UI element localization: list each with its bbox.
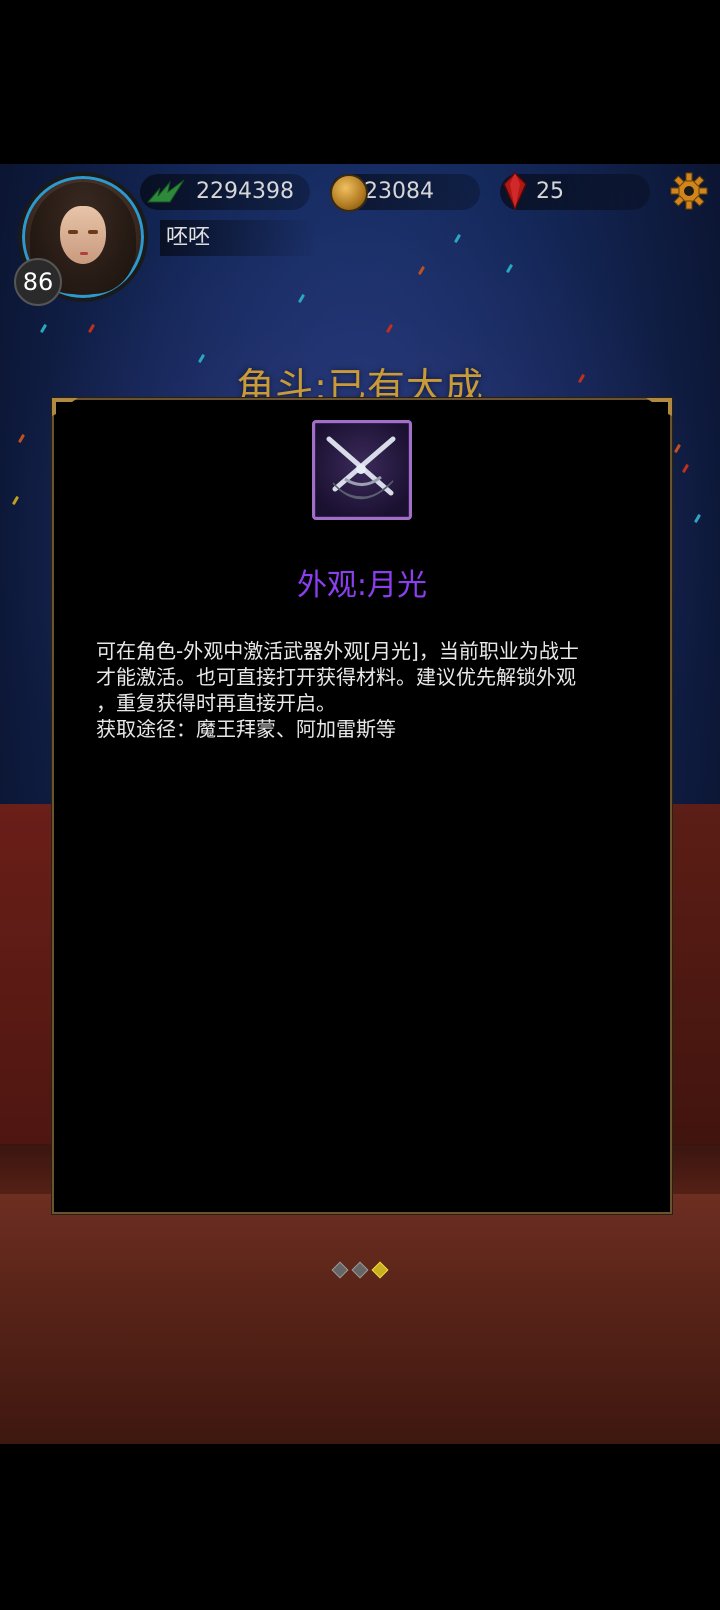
level-badge: 86 [14,258,62,306]
red-gem-icon [503,172,527,210]
avatar-eye [88,230,98,234]
avatar-lip [80,252,88,255]
gems-value: 25 [536,179,564,204]
top-status-bar: 86 2294398 23084 25 呸呸 [0,164,720,306]
crossed-swords-moonlight-icon [326,436,396,500]
description-line: 才能激活。也可直接打开获得材料。建议优先解锁外观 [96,665,576,689]
page-dot[interactable] [351,1261,369,1279]
page-dot[interactable] [331,1261,349,1279]
description-line: ，重复获得时再直接开启。 [96,691,336,715]
experience-value: 2294398 [196,179,294,204]
item-icon [312,420,412,520]
item-detail-popup[interactable]: 外观:月光 可在角色-外观中激活武器外观[月光]，当前职业为战士 才能激活。也可… [52,398,672,1214]
page-indicator [0,1261,720,1282]
avatar-face [60,206,106,264]
gold-value: 23084 [364,179,434,204]
gear-icon[interactable] [670,172,708,210]
arena-floor [0,1194,720,1444]
description-line: 可在角色-外观中激活武器外观[月光]，当前职业为战士 [96,639,579,663]
item-title: 外观:月光 [296,568,428,603]
item-description: 可在角色-外观中激活武器外观[月光]，当前职业为战士 才能激活。也可直接打开获得… [96,638,636,742]
page-dot-active[interactable] [371,1261,389,1279]
description-line: 获取途径：魔王拜蒙、阿加雷斯等 [96,717,396,741]
player-name: 呸呸 [160,220,316,256]
coin-icon [330,174,368,212]
wing-icon [146,179,185,203]
corner-ornament [52,398,78,416]
corner-ornament [646,398,672,416]
avatar-eye [68,230,78,234]
